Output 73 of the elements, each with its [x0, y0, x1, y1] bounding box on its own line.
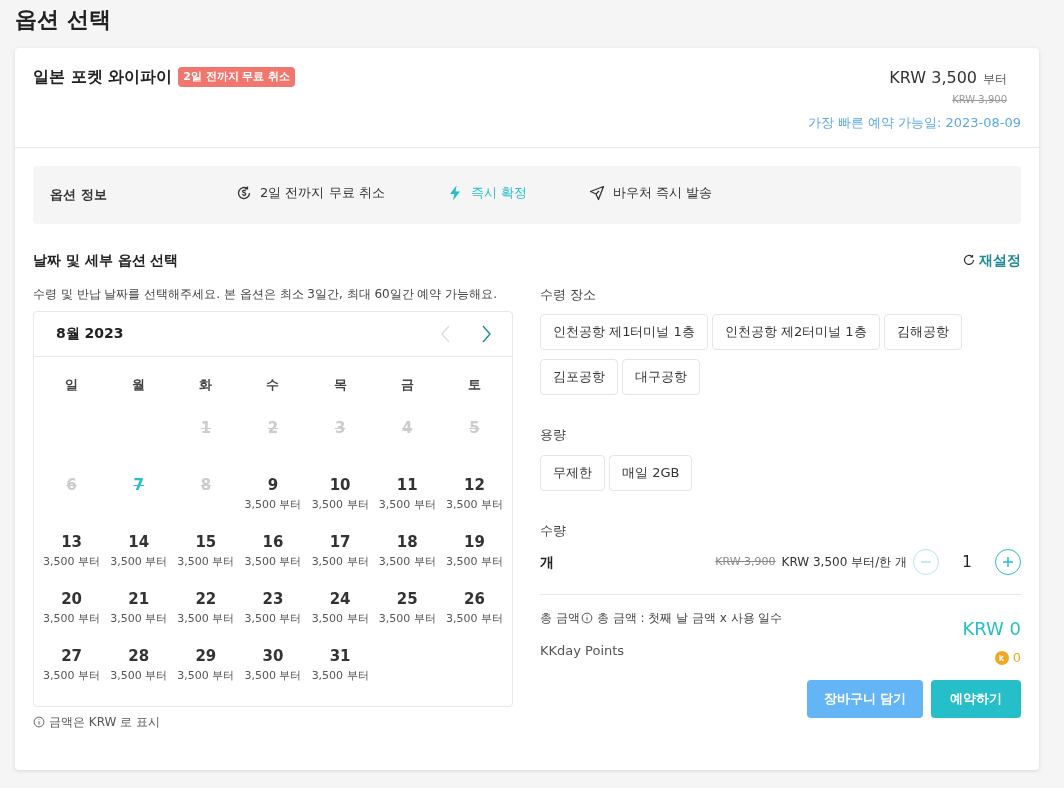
option-info-text: 즉시 확정 [470, 183, 527, 202]
unit-original-price: KRW 3,900 [715, 553, 776, 570]
pickup-label: 수령 장소 [540, 285, 598, 304]
instruction-text: 수령 및 반납 날짜를 선택해주세요. 본 옵션은 최소 3일간, 최대 60일간 예약 가능해요. [33, 285, 499, 303]
refresh-icon [963, 254, 975, 266]
calendar-day[interactable]: 31 3,500 부터 [306, 644, 374, 702]
product-name: 일본 포켓 와이파이 [33, 66, 173, 88]
calendar-day[interactable]: 16 3,500 부터 [239, 530, 307, 588]
option-chip[interactable]: 김해공항 [883, 314, 962, 350]
weekday-label: 토 [466, 375, 482, 394]
calendar-month: 8월 2023 [56, 324, 124, 343]
points-value: 0 [1012, 649, 1021, 667]
calendar-day[interactable]: 26 3,500 부터 [440, 587, 508, 645]
calendar-day[interactable]: 29 3,500 부터 [172, 644, 240, 702]
capacity-label: 용량 [540, 426, 567, 444]
points-label: KKday Points [540, 642, 626, 660]
calendar-day[interactable]: 15 3,500 부터 [172, 530, 240, 588]
total-label: 총 금액 [540, 610, 580, 627]
calendar-day[interactable]: 14 3,500 부터 [105, 530, 173, 588]
info-icon [580, 612, 593, 624]
quantity-label: 수량 [540, 521, 567, 540]
unit-price: KRW 3,500 부터/한 개 [781, 554, 907, 571]
weekday-label: 수 [265, 375, 281, 394]
price-suffix: 부터 [983, 71, 1007, 88]
calendar-day[interactable]: 27 3,500 부터 [38, 644, 106, 702]
weekday-label: 월 [131, 375, 147, 394]
calendar-day[interactable]: 19 3,500 부터 [440, 530, 508, 588]
calendar-day[interactable]: 9 3,500 부터 [239, 473, 307, 531]
calendar-day[interactable]: 28 3,500 부터 [105, 644, 173, 702]
option-chip[interactable]: 김포공항 [540, 359, 618, 395]
paper-plane-icon [588, 184, 605, 201]
currency-note: 금액은 KRW 로 표시 [49, 713, 161, 731]
total-amount: KRW 0 [962, 617, 1021, 641]
info-icon [33, 715, 45, 728]
option-chip[interactable]: 인천공항 제2터미널 1층 [711, 314, 880, 350]
option-info-label: 옵션 정보 [50, 185, 108, 204]
original-price: KRW 3,900 [952, 93, 1008, 107]
points-coin-icon [994, 650, 1009, 665]
calendar-day[interactable]: 17 3,500 부터 [306, 530, 374, 588]
calendar-day[interactable]: 12 3,500 부터 [440, 473, 508, 531]
calendar-day[interactable]: 24 3,500 부터 [306, 587, 374, 645]
calendar-day[interactable]: 13 3,500 부터 [38, 530, 106, 588]
section-title: 날짜 및 세부 옵션 선택 [33, 250, 179, 270]
quantity-value: 1 [961, 551, 973, 573]
calendar-day[interactable]: 20 3,500 부터 [38, 587, 106, 645]
calendar-day[interactable]: 25 3,500 부터 [373, 587, 441, 645]
dollar-circle-icon [236, 184, 252, 201]
product-price: KRW 3,500 [889, 67, 977, 89]
earliest-date: 가장 빠른 예약 가능일: 2023-08-09 [807, 114, 1021, 132]
calendar-day: 7 [133, 473, 144, 496]
total-note: 총 금액 : 첫째 날 금액 x 사용 일수 [596, 610, 783, 627]
calendar-day[interactable]: 23 3,500 부터 [239, 587, 307, 645]
calendar-day[interactable]: 30 3,500 부터 [239, 644, 307, 702]
calendar-day[interactable]: 11 3,500 부터 [373, 473, 441, 531]
plus-icon [1001, 555, 1015, 569]
cancel-badge: 2일 전까지 무료 취소 [178, 66, 296, 88]
calendar-day[interactable]: 21 3,500 부터 [105, 587, 173, 645]
quantity-unit: 개 [540, 552, 554, 572]
option-chip[interactable]: 대구공항 [622, 359, 700, 395]
option-chip[interactable]: 인천공항 제1터미널 1층 [540, 314, 708, 350]
weekday-label: 목 [332, 375, 348, 394]
calendar-day[interactable]: 18 3,500 부터 [373, 530, 441, 588]
calendar-day[interactable]: 10 3,500 부터 [306, 473, 374, 531]
page-title: 옵션 선택 [15, 6, 112, 34]
weekday-label: 금 [399, 375, 415, 394]
weekday-label: 일 [64, 375, 80, 394]
option-info-text: 2일 전까지 무료 취소 [260, 183, 385, 202]
calendar-day[interactable]: 22 3,500 부터 [172, 587, 240, 645]
weekday-label: 화 [198, 375, 214, 394]
option-info-text: 바우처 즉시 발송 [612, 183, 713, 202]
option-chip[interactable]: 매일 2GB [609, 454, 693, 491]
option-chip[interactable]: 무제한 [540, 454, 605, 491]
reset-button[interactable]: 재설정 [963, 249, 1021, 271]
